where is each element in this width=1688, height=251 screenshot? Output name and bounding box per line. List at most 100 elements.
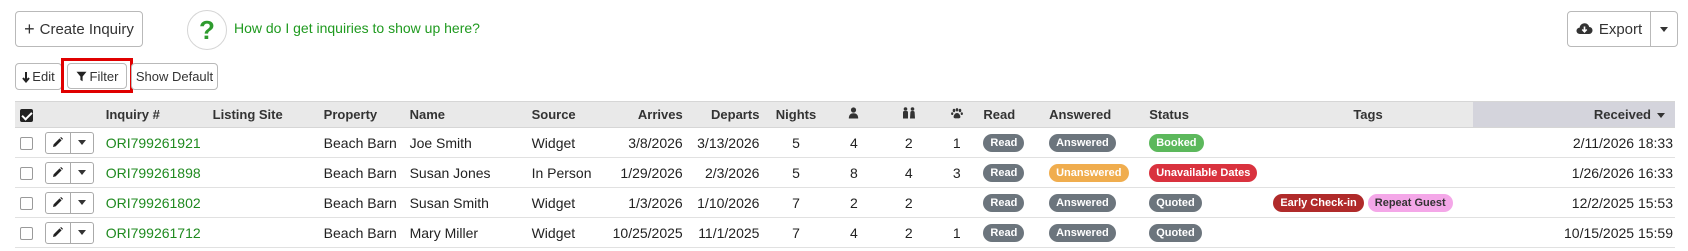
row-actions-dropdown-toggle[interactable] xyxy=(69,191,94,214)
caret-down-icon xyxy=(77,140,86,145)
table-row: ORI799261921 Beach Barn Joe Smith Widget 3/8… xyxy=(15,128,1675,158)
arrives-cell: 10/25/2025 xyxy=(612,224,683,241)
read-badge[interactable]: Read xyxy=(983,194,1025,212)
inquiry-number-cell: ORI799261921 xyxy=(100,128,207,158)
tags-cell xyxy=(1263,218,1472,248)
export-label: Export xyxy=(1598,20,1643,38)
row-actions xyxy=(44,131,94,154)
row-actions-dropdown-toggle[interactable] xyxy=(69,221,94,244)
status-header[interactable]: Status xyxy=(1143,101,1264,128)
row-checkbox-cell xyxy=(15,128,39,158)
row-actions-dropdown-toggle[interactable] xyxy=(69,131,94,154)
edit-columns-button[interactable]: Edit xyxy=(15,63,62,90)
export-button-group: Export xyxy=(1567,11,1678,47)
help-question-icon[interactable]: ? xyxy=(187,10,227,50)
source-header[interactable]: Source xyxy=(525,101,607,128)
read-badge[interactable]: Read xyxy=(983,224,1025,242)
tags-header[interactable]: Tags xyxy=(1263,101,1473,128)
answered-badge[interactable]: Answered xyxy=(1049,224,1116,242)
inquiry-number-link[interactable]: ORI799261921 xyxy=(106,135,201,151)
listing-site-cell xyxy=(207,128,318,158)
property-cell: Beach Barn xyxy=(323,224,397,241)
filter-button[interactable]: Filter xyxy=(67,63,127,89)
table-row: ORI799261802 Beach Barn Susan Smith Widget 1… xyxy=(15,188,1675,218)
received-header[interactable]: Received xyxy=(1472,101,1675,128)
row-checkbox[interactable] xyxy=(20,167,34,181)
children-header[interactable] xyxy=(881,101,937,128)
received-cell: 12/2/2025 15:53 xyxy=(1571,194,1673,211)
guest-name-cell: Susan Jones xyxy=(409,164,491,181)
answered-cell: Unanswered xyxy=(1043,158,1143,188)
received-cell: 10/15/2025 15:59 xyxy=(1564,224,1673,241)
inquiry-number-link[interactable]: ORI799261802 xyxy=(106,195,201,211)
pencil-icon xyxy=(52,197,64,208)
arrives-header[interactable]: Arrives xyxy=(606,101,689,128)
row-checkbox[interactable] xyxy=(20,197,34,211)
row-checkbox[interactable] xyxy=(20,227,34,241)
show-default-button[interactable]: Show Default xyxy=(131,63,218,90)
status-cell: Quoted xyxy=(1143,218,1263,248)
listing-site-header[interactable]: Listing Site xyxy=(206,101,318,128)
nights-cell: 7 xyxy=(792,194,800,211)
actions-header xyxy=(38,101,100,128)
property-cell: Beach Barn xyxy=(323,164,397,181)
name-header[interactable]: Name xyxy=(403,101,526,128)
property-cell: Beach Barn xyxy=(323,194,397,211)
nights-header[interactable]: Nights xyxy=(765,101,827,128)
adults-cell: 4 xyxy=(849,134,858,151)
answered-badge[interactable]: Unanswered xyxy=(1049,164,1129,182)
read-badge[interactable]: Read xyxy=(983,164,1025,182)
nights-cell: 5 xyxy=(792,134,800,151)
arrives-cell: 1/3/2026 xyxy=(628,194,683,211)
create-inquiry-button[interactable]: + Create Inquiry xyxy=(15,11,143,47)
inquiry-number-header[interactable]: Inquiry # xyxy=(99,101,207,128)
export-dropdown-toggle[interactable] xyxy=(1650,11,1678,47)
departs-header[interactable]: Departs xyxy=(688,101,766,128)
read-badge[interactable]: Read xyxy=(983,134,1025,152)
inquiry-number-cell: ORI799261898 xyxy=(100,158,207,188)
answered-badge[interactable]: Answered xyxy=(1049,134,1116,152)
received-cell: 1/26/2026 16:33 xyxy=(1571,164,1673,181)
filter-label: Filter xyxy=(89,68,119,84)
pencil-icon xyxy=(52,167,64,178)
read-header[interactable]: Read xyxy=(977,101,1044,128)
answered-badge[interactable]: Answered xyxy=(1049,194,1116,212)
select-all-checkbox[interactable] xyxy=(20,109,34,123)
table-row: ORI799261898 Beach Barn Susan Jones In Pers… xyxy=(15,158,1675,188)
children-cell: 4 xyxy=(904,164,913,181)
guest-name-cell: Joe Smith xyxy=(409,134,472,151)
row-edit-button[interactable] xyxy=(44,191,71,214)
children-icon xyxy=(902,107,916,119)
answered-cell: Answered xyxy=(1043,218,1143,248)
inquiry-number-link[interactable]: ORI799261898 xyxy=(106,165,201,181)
help-link[interactable]: How do I get inquiries to show up here? xyxy=(234,20,480,36)
guest-name-cell: Mary Miller xyxy=(409,224,479,241)
status-badge[interactable]: Unavailable Dates xyxy=(1149,164,1258,182)
arrow-down-icon xyxy=(22,71,31,83)
row-edit-button[interactable] xyxy=(44,131,71,154)
answered-header[interactable]: Answered xyxy=(1043,101,1144,128)
export-button[interactable]: Export xyxy=(1567,11,1651,47)
tags-cell xyxy=(1263,158,1472,188)
row-checkbox[interactable] xyxy=(20,137,34,151)
inquiry-number-link[interactable]: ORI799261712 xyxy=(106,225,201,241)
adults-header[interactable] xyxy=(826,101,882,128)
help-question-mark: ? xyxy=(199,14,215,45)
pets-cell: 1 xyxy=(952,224,961,241)
tag-badge: Early Check-in xyxy=(1273,194,1364,212)
row-edit-button[interactable] xyxy=(44,221,71,244)
received-cell: 2/11/2026 18:33 xyxy=(1572,134,1673,151)
property-header[interactable]: Property xyxy=(317,101,404,128)
status-badge[interactable]: Quoted xyxy=(1149,224,1202,242)
table-row: ORI799261712 Beach Barn Mary Miller Widget 1… xyxy=(15,218,1675,248)
row-actions-dropdown-toggle[interactable] xyxy=(69,161,94,184)
row-edit-button[interactable] xyxy=(44,161,71,184)
status-badge[interactable]: Booked xyxy=(1149,134,1204,152)
source-cell: Widget xyxy=(531,194,576,211)
pets-header[interactable] xyxy=(936,101,978,128)
status-cell: Quoted xyxy=(1143,188,1263,218)
row-actions-cell xyxy=(39,218,100,248)
status-badge[interactable]: Quoted xyxy=(1149,194,1202,212)
caret-down-icon xyxy=(77,200,86,205)
row-actions-cell xyxy=(39,158,100,188)
